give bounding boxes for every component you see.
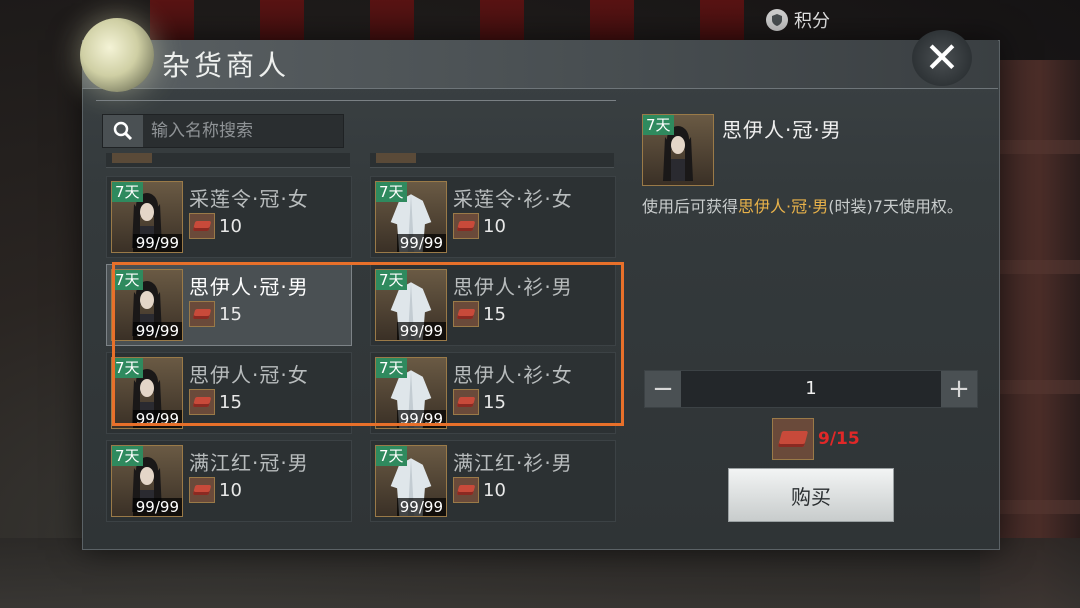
price-value: 15 (219, 303, 242, 325)
chest-currency-icon (189, 389, 215, 415)
stock-count: 99/99 (396, 410, 446, 428)
stock-count: 99/99 (396, 234, 446, 252)
cost-value: 9/15 (818, 429, 860, 449)
list-item[interactable]: 7天 99/99 思伊人·衫·男 15 (370, 264, 616, 346)
desc-prefix: 使用后可获得 (642, 197, 739, 216)
panel-title: 杂货商人 (162, 49, 291, 82)
item-thumbnail: 7天 99/99 (375, 445, 447, 517)
days-tag: 7天 (112, 358, 143, 378)
chest-currency-icon (772, 418, 814, 460)
list-item[interactable]: 7天 99/99 采莲令·衫·女 10 (370, 176, 616, 258)
item-name: 思伊人·冠·男 (189, 275, 309, 299)
list-item[interactable]: 7天 99/99 思伊人·衫·女 15 (370, 352, 616, 434)
item-price: 15 (453, 301, 506, 327)
days-tag: 7天 (112, 182, 143, 202)
item-name: 思伊人·衫·男 (453, 275, 573, 299)
item-name: 满江红·冠·男 (189, 451, 309, 475)
chest-currency-icon (189, 301, 215, 327)
chest-currency-icon (189, 477, 215, 503)
chest-currency-icon (453, 389, 479, 415)
stock-count: 99/99 (132, 234, 182, 252)
price-value: 15 (483, 303, 506, 325)
quantity-stepper: − 1 + (644, 370, 978, 408)
chest-currency-icon (189, 213, 215, 239)
item-name: 采莲令·衫·女 (453, 187, 573, 211)
stock-count: 99/99 (396, 322, 446, 340)
total-cost: 9/15 (772, 418, 860, 460)
search-bar (102, 114, 344, 148)
item-price: 10 (453, 213, 506, 239)
moon-emblem-icon (80, 18, 154, 92)
decrease-quantity-button[interactable]: − (645, 371, 681, 407)
item-thumbnail: 7天 99/99 (375, 269, 447, 341)
item-name: 满江红·衫·男 (453, 451, 573, 475)
price-value: 15 (219, 391, 242, 413)
chest-currency-icon (453, 301, 479, 327)
stock-count: 99/99 (132, 322, 182, 340)
list-item[interactable]: 7天 99/99 思伊人·冠·女 15 (106, 352, 352, 434)
days-tag: 7天 (643, 115, 674, 135)
item-thumbnail: 7天 99/99 (111, 357, 183, 429)
list-item[interactable]: 7天 99/99 思伊人·冠·男 15 (106, 264, 352, 346)
days-tag: 7天 (376, 182, 407, 202)
shield-icon (766, 9, 788, 31)
item-thumbnail: 7天 99/99 (375, 181, 447, 253)
buy-button[interactable]: 购买 (728, 468, 894, 522)
list-item[interactable]: 7天 99/99 采莲令·冠·女 10 (106, 176, 352, 258)
price-value: 10 (219, 479, 242, 501)
chest-currency-icon (453, 477, 479, 503)
list-item-partial[interactable] (370, 153, 614, 168)
stock-count: 99/99 (132, 498, 182, 516)
item-thumbnail: 7天 99/99 (111, 269, 183, 341)
item-name: 采莲令·冠·女 (189, 187, 309, 211)
item-thumbnail: 7天 99/99 (375, 357, 447, 429)
points-indicator[interactable]: 积分 (766, 6, 830, 34)
increase-quantity-button[interactable]: + (941, 371, 977, 407)
days-tag: 7天 (376, 270, 407, 290)
points-label: 积分 (794, 11, 830, 32)
list-item[interactable]: 7天 99/99 满江红·衫·男 10 (370, 440, 616, 522)
days-tag: 7天 (376, 358, 407, 378)
item-price: 15 (189, 301, 242, 327)
close-button[interactable]: ✕ (912, 30, 972, 86)
list-item-partial[interactable] (106, 153, 350, 168)
item-price: 10 (189, 213, 242, 239)
close-icon: ✕ (924, 33, 960, 82)
item-name: 思伊人·衫·女 (453, 363, 573, 387)
search-icon[interactable] (103, 115, 143, 147)
detail-description: 使用后可获得思伊人·冠·男(时装)7天使用权。 (642, 194, 982, 220)
desc-suffix: (时装)7天使用权。 (828, 197, 963, 216)
detail-item-name: 思伊人·冠·男 (722, 118, 842, 142)
stock-count: 99/99 (132, 410, 182, 428)
desc-highlight: 思伊人·冠·男 (738, 197, 829, 216)
stock-count: 99/99 (396, 498, 446, 516)
search-input[interactable] (151, 115, 339, 147)
price-value: 10 (483, 215, 506, 237)
quantity-value[interactable]: 1 (685, 371, 937, 407)
days-tag: 7天 (376, 446, 407, 466)
item-price: 15 (189, 389, 242, 415)
item-name: 思伊人·冠·女 (189, 363, 309, 387)
price-value: 15 (483, 391, 506, 413)
detail-thumbnail: 7天 (642, 114, 714, 186)
price-value: 10 (219, 215, 242, 237)
days-tag: 7天 (112, 270, 143, 290)
list-item[interactable]: 7天 99/99 满江红·冠·男 10 (106, 440, 352, 522)
days-tag: 7天 (112, 446, 143, 466)
chest-currency-icon (453, 213, 479, 239)
item-thumbnail: 7天 99/99 (111, 181, 183, 253)
item-price: 15 (453, 389, 506, 415)
item-thumbnail: 7天 99/99 (111, 445, 183, 517)
item-price: 10 (453, 477, 506, 503)
price-value: 10 (483, 479, 506, 501)
item-price: 10 (189, 477, 242, 503)
